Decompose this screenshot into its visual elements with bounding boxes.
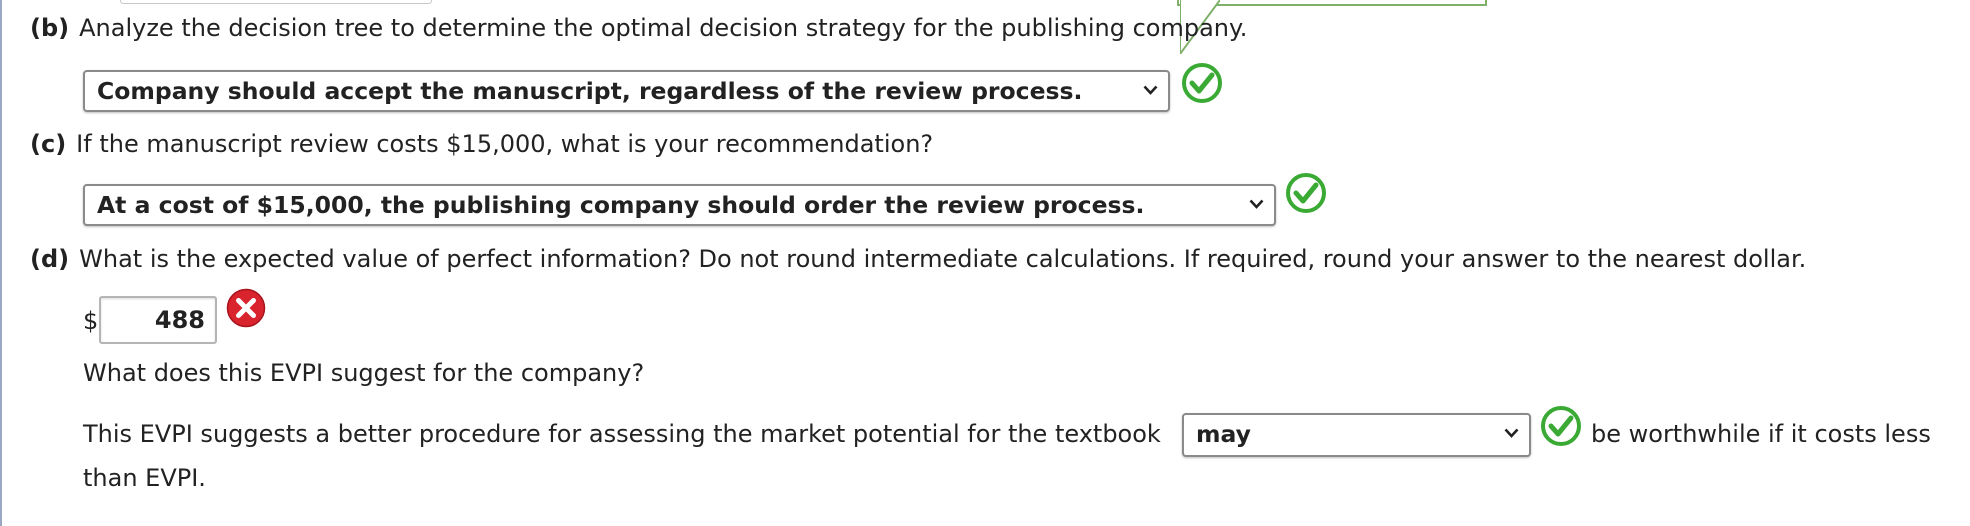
question-c-text: If the manuscript review costs $15,000, …	[76, 130, 934, 158]
currency-symbol: $	[83, 307, 99, 335]
evpi-sentence-start: This EVPI suggests a better procedure fo…	[83, 420, 1161, 448]
question-d-text: What is the expected value of perfect in…	[79, 245, 1807, 273]
evpi-suggestion-select[interactable]: may	[1182, 413, 1531, 457]
check-circle-icon	[1182, 63, 1222, 103]
evpi-followup-question: What does this EVPI suggest for the comp…	[83, 359, 645, 387]
evpi-sentence-end: than EVPI.	[83, 464, 206, 492]
chevron-down-icon	[1504, 428, 1519, 438]
evpi-sentence-middle: be worthwhile if it costs less	[1591, 420, 1931, 448]
strategy-select[interactable]: Company should accept the manuscript, re…	[83, 70, 1170, 112]
check-circle-icon	[1286, 173, 1326, 213]
recommendation-select-value: At a cost of $15,000, the publishing com…	[97, 191, 1145, 219]
question-d: (d) What is the expected value of perfect…	[30, 243, 1806, 275]
recommendation-select[interactable]: At a cost of $15,000, the publishing com…	[83, 184, 1276, 226]
question-c-label: (c)	[30, 130, 67, 158]
check-circle-icon	[1541, 406, 1581, 446]
question-b-label: (b)	[30, 14, 70, 42]
chevron-down-icon	[1143, 85, 1158, 95]
feedback-tooltip	[1177, 0, 1487, 6]
evpi-suggestion-select-value: may	[1196, 420, 1251, 448]
question-d-label: (d)	[30, 245, 70, 273]
question-b-text: Analyze the decision tree to determine t…	[79, 14, 1248, 42]
left-border	[0, 0, 2, 526]
question-c: (c) If the manuscript review costs $15,00…	[30, 128, 933, 160]
question-b: (b) Analyze the decision tree to determin…	[30, 12, 1247, 44]
evpi-input[interactable]: 488	[99, 296, 217, 344]
previous-dropdown-edge	[120, 0, 432, 4]
strategy-select-value: Company should accept the manuscript, re…	[97, 77, 1083, 105]
x-circle-icon	[226, 288, 266, 328]
chevron-down-icon	[1249, 199, 1264, 209]
